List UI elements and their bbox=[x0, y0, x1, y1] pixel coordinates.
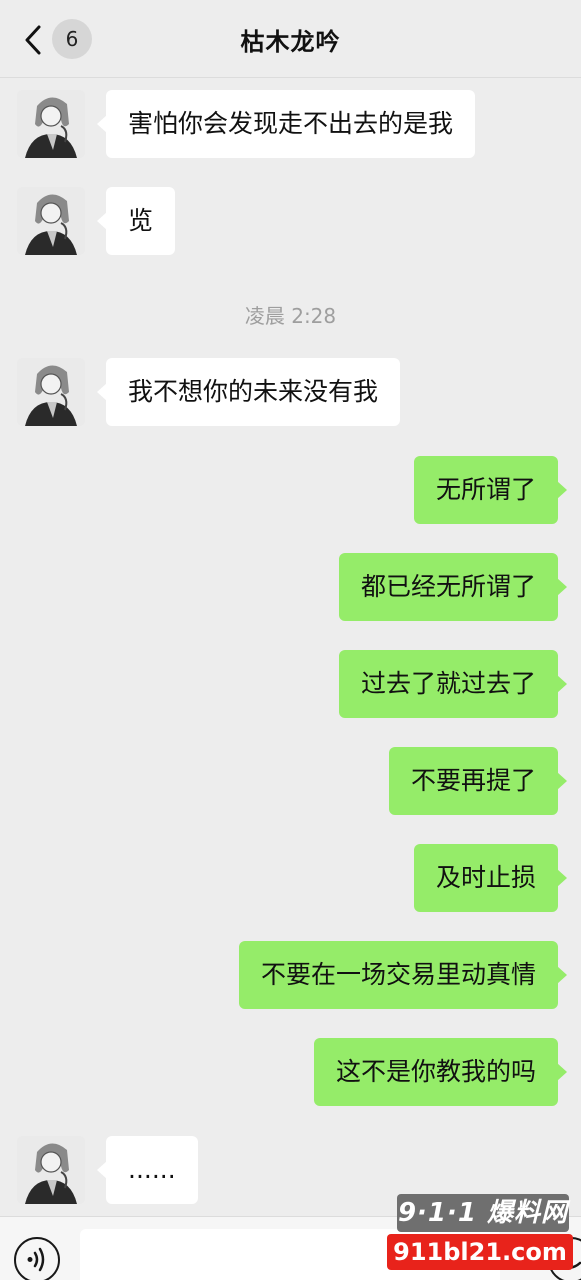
voice-icon bbox=[27, 1247, 45, 1272]
message-bubble-outgoing[interactable]: 过去了就过去了 bbox=[338, 650, 568, 718]
avatar[interactable] bbox=[17, 187, 85, 255]
chat-title: 枯木龙吟 bbox=[240, 28, 341, 56]
message-bubble-outgoing[interactable]: 这不是你教我的吗 bbox=[313, 1038, 568, 1106]
voice-button[interactable] bbox=[14, 1237, 60, 1280]
message-bubble-incoming[interactable]: ...... bbox=[97, 1136, 198, 1204]
message-bubble-incoming[interactable]: 览 bbox=[96, 187, 176, 255]
message-bubble-incoming[interactable]: 害怕你会发现走不出去的是我 bbox=[96, 90, 476, 158]
message-bubble-outgoing[interactable]: 不要再提了 bbox=[388, 747, 568, 815]
avatar[interactable] bbox=[17, 358, 85, 426]
message-bubble-incoming[interactable]: 我不想你的未来没有我 bbox=[96, 358, 401, 426]
message-bubble-outgoing[interactable]: 及时止损 bbox=[413, 844, 568, 912]
message-bubble-outgoing[interactable]: 都已经无所谓了 bbox=[338, 553, 568, 621]
chat-header: 6 枯木龙吟 bbox=[0, 0, 581, 78]
timestamp: 凌晨 2:28 bbox=[244, 304, 337, 328]
watermark: 9·1·1 爆料网 911bl21.com bbox=[387, 1194, 573, 1274]
watermark-url: 911bl21.com bbox=[387, 1234, 573, 1270]
message-bubble-outgoing[interactable]: 不要在一场交易里动真情 bbox=[238, 941, 568, 1009]
avatar[interactable] bbox=[17, 90, 85, 158]
message-bubble-outgoing[interactable]: 无所谓了 bbox=[413, 456, 568, 524]
watermark-logo-text: 9·1·1 爆料网 bbox=[397, 1194, 569, 1232]
avatar[interactable] bbox=[17, 1136, 85, 1204]
